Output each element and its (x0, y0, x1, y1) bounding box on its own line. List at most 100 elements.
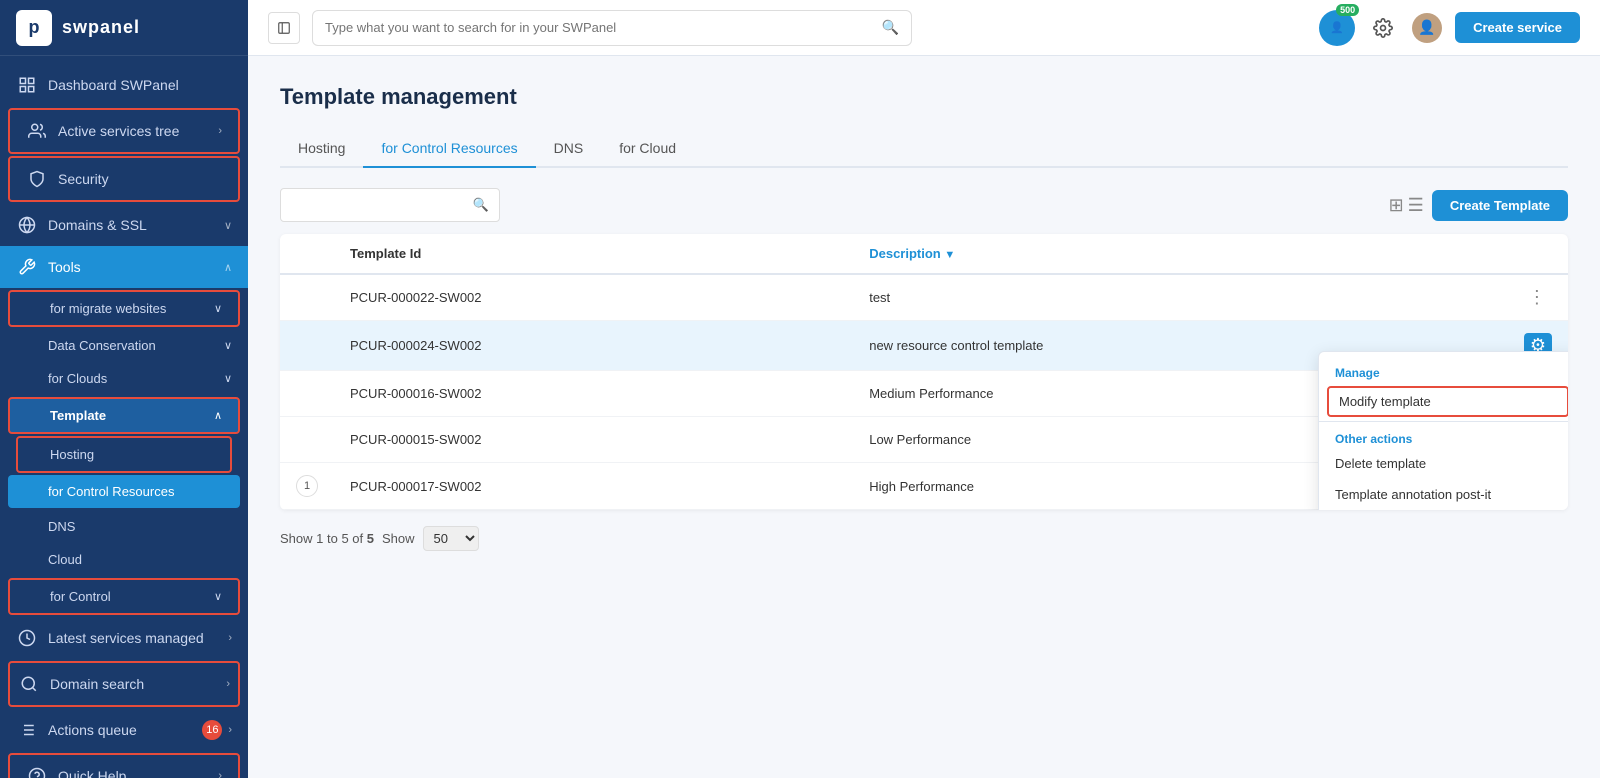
queue-icon (16, 719, 38, 741)
page-title: Template management (280, 84, 1568, 110)
template-chevron: ∧ (214, 409, 222, 422)
points-icon: 👤 (1330, 21, 1344, 34)
row2-template-id: PCUR-000024-SW002 (334, 321, 853, 371)
sidebar-item-dns[interactable]: DNS (0, 510, 248, 543)
topbar-right: 👤 500 👤 Create service (1319, 10, 1580, 46)
sidebar-toggle-button[interactable] (268, 12, 300, 44)
per-page-select[interactable]: 10 25 50 100 (423, 526, 479, 551)
sidebar-item-for-control-resources[interactable]: for Control Resources (8, 475, 240, 508)
row3-num (280, 371, 334, 417)
topbar: 🔍 👤 500 👤 Create service (248, 0, 1600, 56)
hosting-sub-label: Hosting (50, 447, 94, 462)
other-actions-label: Other actions (1319, 426, 1568, 448)
for-control-chevron: ∨ (214, 590, 222, 603)
tree-icon (26, 120, 48, 142)
toolbar-row: 🔍 ⊞ ☰ Create Template (280, 188, 1568, 222)
actions-queue-label: Actions queue (48, 722, 202, 738)
globe-icon (16, 214, 38, 236)
for-clouds-chevron: ∨ (224, 372, 232, 385)
domains-chevron: ∨ (224, 219, 232, 232)
dashboard-label: Dashboard SWPanel (48, 77, 232, 93)
pagination-show-label: Show (382, 531, 415, 546)
main-content: 🔍 👤 500 👤 Create service Template manage… (248, 0, 1600, 778)
search-input[interactable] (325, 20, 882, 35)
filter-search-icon: 🔍 (473, 197, 489, 213)
row5-template-id: PCUR-000017-SW002 (334, 463, 853, 510)
tab-for-control-resources[interactable]: for Control Resources (363, 130, 535, 168)
sidebar-item-actions-queue[interactable]: Actions queue 16 › (0, 709, 248, 751)
sidebar-item-for-control[interactable]: for Control ∨ (8, 578, 240, 615)
sidebar-item-cloud[interactable]: Cloud (0, 543, 248, 576)
tools-icon (16, 256, 38, 278)
th-num (280, 234, 334, 274)
tools-label: Tools (48, 259, 224, 275)
tab-dns[interactable]: DNS (536, 130, 602, 168)
filter-input-wrapper: 🔍 (280, 188, 500, 222)
sidebar-item-quick-help[interactable]: Quick Help › (8, 753, 240, 778)
search-bar: 🔍 (312, 10, 912, 46)
row3-template-id: PCUR-000016-SW002 (334, 371, 853, 417)
tab-hosting[interactable]: Hosting (280, 130, 363, 168)
page-body: Template management Hosting for Control … (248, 56, 1600, 778)
grid-view-icon[interactable]: ⊞ (1389, 195, 1404, 216)
user-avatar[interactable]: 👤 (1411, 12, 1443, 44)
th-template-id[interactable]: Template Id (334, 234, 853, 274)
modify-template-item[interactable]: Modify template (1327, 386, 1568, 417)
template-label: Template (50, 408, 106, 423)
points-label: 500 (1336, 4, 1359, 16)
search-globe-icon (18, 673, 40, 695)
active-services-label: Active services tree (58, 123, 218, 139)
for-control-resources-label: for Control Resources (48, 484, 174, 499)
points-badge[interactable]: 👤 500 (1319, 10, 1355, 46)
toolbar-right: ⊞ ☰ Create Template (1389, 190, 1568, 221)
table-header-row: Template Id Description ▼ (280, 234, 1568, 274)
quick-help-chevron: › (218, 770, 222, 778)
row2-actions: ⚙ Manage Modify template Other actions D… (1508, 321, 1568, 371)
table-row: PCUR-000022-SW002 test ⋮ (280, 274, 1568, 321)
create-template-button[interactable]: Create Template (1432, 190, 1568, 221)
dropdown-divider (1319, 421, 1568, 422)
clock-icon (16, 627, 38, 649)
for-clouds-label: for Clouds (48, 371, 107, 386)
sidebar-item-template[interactable]: Template ∧ (8, 397, 240, 434)
brand-name: swpanel (62, 17, 140, 38)
sidebar-item-tools[interactable]: Tools ∧ (0, 246, 248, 288)
domain-search-label: Domain search (50, 676, 226, 692)
table-container: Template Id Description ▼ PCUR-000022-SW… (280, 234, 1568, 510)
latest-services-label: Latest services managed (48, 630, 228, 646)
logo-area: p swpanel (0, 0, 248, 56)
sidebar-item-hosting[interactable]: Hosting (16, 436, 232, 473)
sidebar-item-latest-services[interactable]: Latest services managed › (0, 617, 248, 659)
th-description[interactable]: Description ▼ (853, 234, 1508, 274)
tab-for-cloud[interactable]: for Cloud (601, 130, 694, 168)
manage-label: Manage (1319, 360, 1568, 382)
sidebar-item-domain-search[interactable]: Domain search › (8, 661, 240, 707)
logo-box: p (16, 10, 52, 46)
row1-actions: ⋮ (1508, 274, 1568, 321)
settings-icon[interactable] (1367, 12, 1399, 44)
sidebar-item-migrate-websites[interactable]: for migrate websites ∨ (8, 290, 240, 327)
sidebar-item-dashboard[interactable]: Dashboard SWPanel (0, 64, 248, 106)
sidebar-item-domains-ssl[interactable]: Domains & SSL ∨ (0, 204, 248, 246)
filter-input[interactable] (291, 198, 473, 213)
create-service-button[interactable]: Create service (1455, 12, 1580, 43)
domains-ssl-label: Domains & SSL (48, 217, 224, 233)
annotation-post-it-item[interactable]: Template annotation post-it (1319, 479, 1568, 510)
sidebar-item-for-clouds[interactable]: for Clouds ∨ (0, 362, 248, 395)
security-label: Security (58, 171, 222, 187)
sidebar-item-data-conservation[interactable]: Data Conservation ∨ (0, 329, 248, 362)
sidebar-item-security[interactable]: Security (8, 156, 240, 202)
row5-badge: 1 (296, 475, 318, 497)
latest-services-chevron: › (228, 632, 232, 644)
templates-table: Template Id Description ▼ PCUR-000022-SW… (280, 234, 1568, 510)
domain-search-chevron: › (226, 678, 230, 690)
help-icon (26, 765, 48, 778)
data-conservation-chevron: ∨ (224, 339, 232, 352)
row1-kebab-button[interactable]: ⋮ (1524, 287, 1550, 308)
cloud-label: Cloud (48, 552, 82, 567)
sidebar-item-active-services[interactable]: Active services tree › (8, 108, 240, 154)
delete-template-item[interactable]: Delete template (1319, 448, 1568, 479)
row4-template-id: PCUR-000015-SW002 (334, 417, 853, 463)
migrate-websites-label: for migrate websites (50, 301, 166, 316)
list-view-icon[interactable]: ☰ (1408, 195, 1424, 216)
